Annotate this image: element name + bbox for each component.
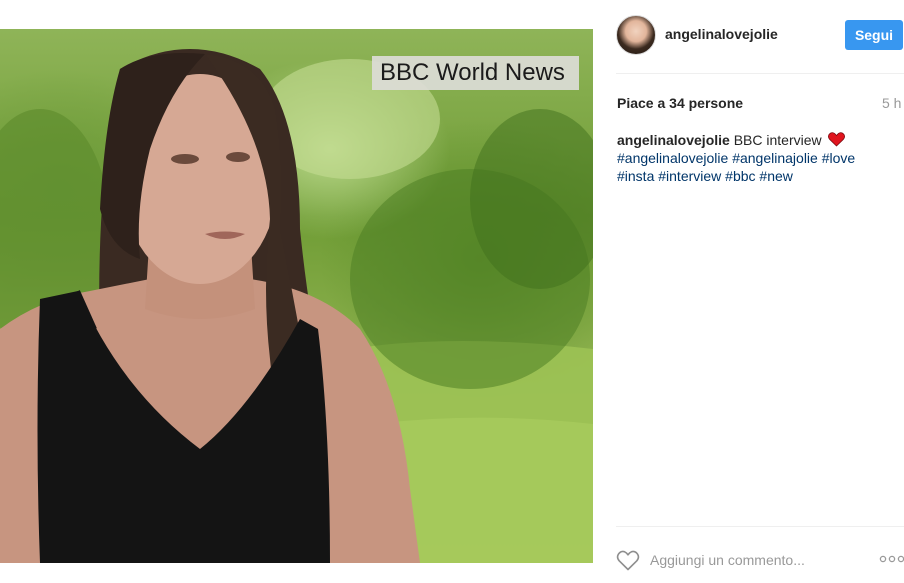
broadcast-caption: BBC World News bbox=[372, 56, 579, 90]
hashtag-link[interactable]: #new bbox=[759, 168, 792, 184]
timestamp[interactable]: 5 h bbox=[882, 95, 904, 111]
follow-button[interactable]: Segui bbox=[845, 20, 903, 50]
more-options-icon[interactable] bbox=[879, 552, 904, 566]
hashtag-link[interactable]: #bbc bbox=[725, 168, 755, 184]
caption-username[interactable]: angelinalovejolie bbox=[617, 132, 730, 148]
author-username[interactable]: angelinalovejolie bbox=[665, 26, 778, 42]
header-divider bbox=[616, 73, 904, 74]
post-caption: angelinalovejolie BBC interview #angelin… bbox=[617, 131, 897, 185]
comment-input[interactable] bbox=[650, 550, 860, 570]
hashtag-link[interactable]: #insta bbox=[617, 168, 654, 184]
red-heart-emoji-icon bbox=[827, 132, 845, 147]
hashtag-link[interactable]: #angelinajolie bbox=[732, 150, 818, 166]
comment-divider bbox=[616, 526, 904, 527]
caption-text: BBC interview bbox=[733, 132, 822, 148]
avatar[interactable] bbox=[616, 15, 656, 55]
hashtag-link[interactable]: #interview bbox=[658, 168, 721, 184]
hashtag-link[interactable]: #angelinalovejolie bbox=[617, 150, 728, 166]
likes-count[interactable]: Piace a 34 persone bbox=[617, 95, 743, 111]
hashtag-link[interactable]: #love bbox=[822, 150, 855, 166]
post-image-scene bbox=[0, 49, 593, 563]
post-header: angelinalovejolie Segui bbox=[593, 0, 904, 73]
comment-bar bbox=[616, 544, 904, 578]
post-image[interactable]: BBC World News bbox=[0, 29, 593, 563]
heart-outline-icon[interactable] bbox=[616, 549, 640, 571]
